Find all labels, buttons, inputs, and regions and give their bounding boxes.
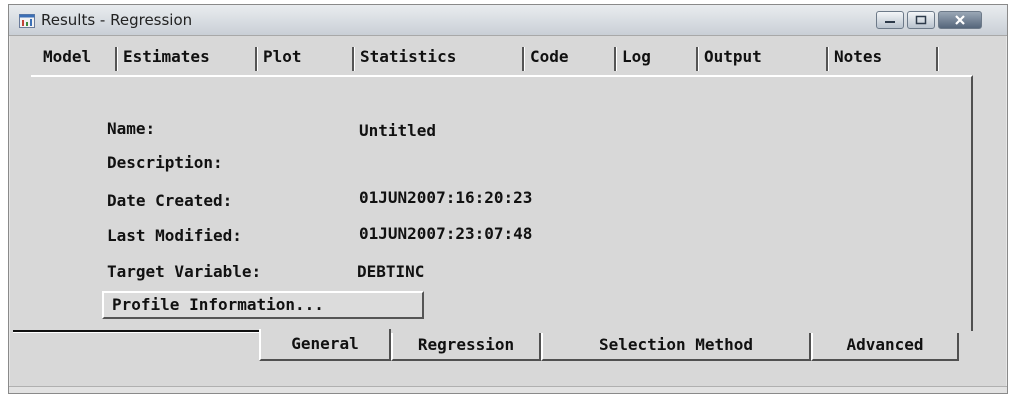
tab-label: Notes	[834, 47, 883, 66]
tab-label: Log	[622, 47, 651, 66]
description-label: Description:	[107, 153, 223, 172]
name-label: Name:	[107, 119, 156, 138]
target-variable-label: Target Variable:	[107, 262, 262, 281]
tab-label: Code	[530, 47, 569, 66]
window-title: Results - Regression	[41, 11, 193, 29]
close-button[interactable]	[938, 11, 982, 29]
tab-advanced[interactable]: Advanced	[811, 333, 959, 361]
tab-baseline-divider	[13, 330, 259, 332]
title-bar[interactable]: Results - Regression	[9, 5, 1007, 36]
tab-output[interactable]: Output	[698, 41, 828, 75]
tab-estimates[interactable]: Estimates	[117, 41, 257, 75]
tab-regression[interactable]: Regression	[391, 333, 541, 361]
tab-label: Output	[704, 47, 762, 66]
tab-label: General	[291, 334, 359, 353]
tab-label: Model	[43, 47, 92, 66]
maximize-button[interactable]	[907, 11, 935, 29]
tab-plot[interactable]: Plot	[257, 41, 354, 75]
tab-code[interactable]: Code	[524, 41, 616, 75]
results-window-icon	[19, 13, 35, 28]
tab-model[interactable]: Model	[37, 41, 117, 75]
date-created-value: 01JUN2007:16:20:23	[359, 188, 533, 207]
target-variable-value: DEBTINC	[357, 262, 425, 281]
tab-label: Advanced	[846, 335, 924, 354]
tab-label: Regression	[417, 335, 515, 354]
window-bottom-edge	[9, 386, 1007, 393]
tab-label: Estimates	[123, 47, 210, 66]
tab-selection-method[interactable]: Selection Method	[541, 333, 811, 361]
tab-label: Statistics	[360, 47, 457, 66]
last-modified-label: Last Modified:	[107, 226, 242, 245]
results-window: Results - Regression Model Estimates Plo…	[8, 4, 1008, 394]
profile-information-button[interactable]: Profile Information...	[102, 291, 424, 319]
date-created-label: Date Created:	[107, 191, 233, 210]
name-value: Untitled	[359, 121, 437, 140]
tab-statistics[interactable]: Statistics	[354, 41, 524, 75]
tab-label: Selection Method	[598, 335, 754, 354]
tab-general[interactable]: General	[259, 329, 391, 361]
tab-notes[interactable]: Notes	[828, 41, 938, 75]
tab-log[interactable]: Log	[616, 41, 698, 75]
profile-information-label: Profile Information...	[112, 295, 324, 314]
tab-label: Plot	[263, 47, 302, 66]
minimize-button[interactable]	[876, 11, 904, 29]
last-modified-value: 01JUN2007:23:07:48	[359, 224, 533, 243]
